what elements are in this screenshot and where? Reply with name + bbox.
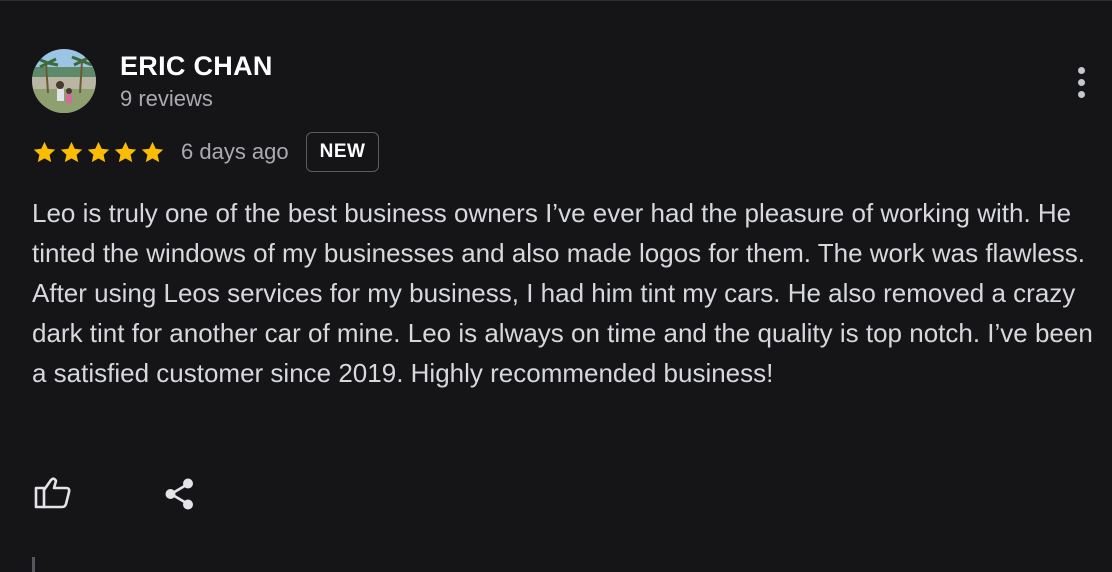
- star-icon: [60, 141, 83, 162]
- star-rating: [32, 140, 165, 165]
- divider: [32, 557, 35, 572]
- review-date: 6 days ago: [181, 139, 289, 164]
- more-vertical-icon-dot: [1078, 79, 1085, 86]
- more-vertical-icon: [1078, 67, 1085, 74]
- more-options-button[interactable]: [1066, 63, 1098, 103]
- new-badge: NEW: [305, 132, 380, 172]
- author-name[interactable]: ERIC CHAN: [120, 51, 273, 82]
- author-review-count: 9 reviews: [120, 86, 213, 111]
- more-vertical-icon-dot: [1078, 91, 1085, 98]
- review-text: Leo is truly one of the best business ow…: [32, 198, 1093, 388]
- star-icon: [87, 141, 110, 162]
- share-button[interactable]: [161, 475, 199, 513]
- rating-row: 6 days ago NEW: [32, 131, 380, 173]
- thumbs-up-icon: [34, 477, 71, 509]
- review-card: ERIC CHAN 9 reviews 6 days ago NEW Leo i…: [0, 0, 1112, 572]
- like-button[interactable]: [33, 473, 73, 513]
- star-icon: [141, 141, 164, 162]
- star-icon: [114, 141, 137, 162]
- share-icon: [165, 478, 193, 510]
- star-icon: [33, 141, 56, 162]
- avatar[interactable]: [32, 49, 96, 113]
